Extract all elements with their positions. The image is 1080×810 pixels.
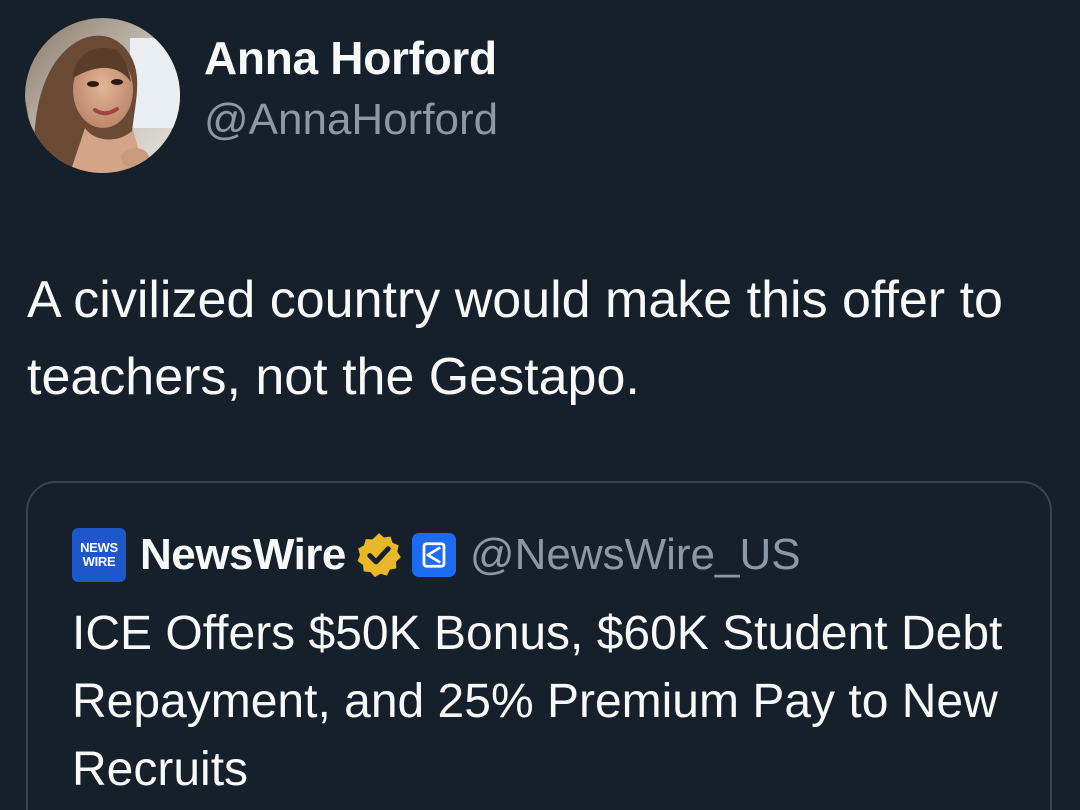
newswire-logo-text-bottom: WIRE (82, 554, 116, 569)
author-avatar[interactable] (25, 18, 180, 173)
author-display-name[interactable]: Anna Horford (204, 30, 498, 86)
tweet-text: A civilized country would make this offe… (27, 271, 1003, 406)
avatar-photo-icon (25, 18, 180, 173)
tweet-view: Anna Horford @AnnaHorford A civilized co… (0, 0, 1080, 810)
quoted-author-handle[interactable]: @NewsWire_US (470, 530, 801, 580)
quoted-tweet-text: ICE Offers $50K Bonus, $60K Student Debt… (72, 607, 1003, 796)
affiliate-badge-icon (411, 533, 456, 577)
quoted-tweet-header: NEWS WIRE NewsWire @NewsWire_US (72, 527, 801, 583)
author-handle[interactable]: @AnnaHorford (204, 92, 498, 148)
quoted-author-display-name[interactable]: NewsWire (140, 530, 346, 580)
gold-verified-badge-icon (354, 530, 404, 580)
tweet-header: Anna Horford @AnnaHorford (25, 18, 498, 173)
newswire-logo[interactable]: NEWS WIRE (72, 528, 126, 582)
newswire-logo-text-top: NEWS (80, 540, 118, 555)
author-names: Anna Horford @AnnaHorford (204, 30, 498, 148)
quoted-tweet-card[interactable]: NEWS WIRE NewsWire @NewsWire_US ICE Offe… (26, 481, 1052, 810)
